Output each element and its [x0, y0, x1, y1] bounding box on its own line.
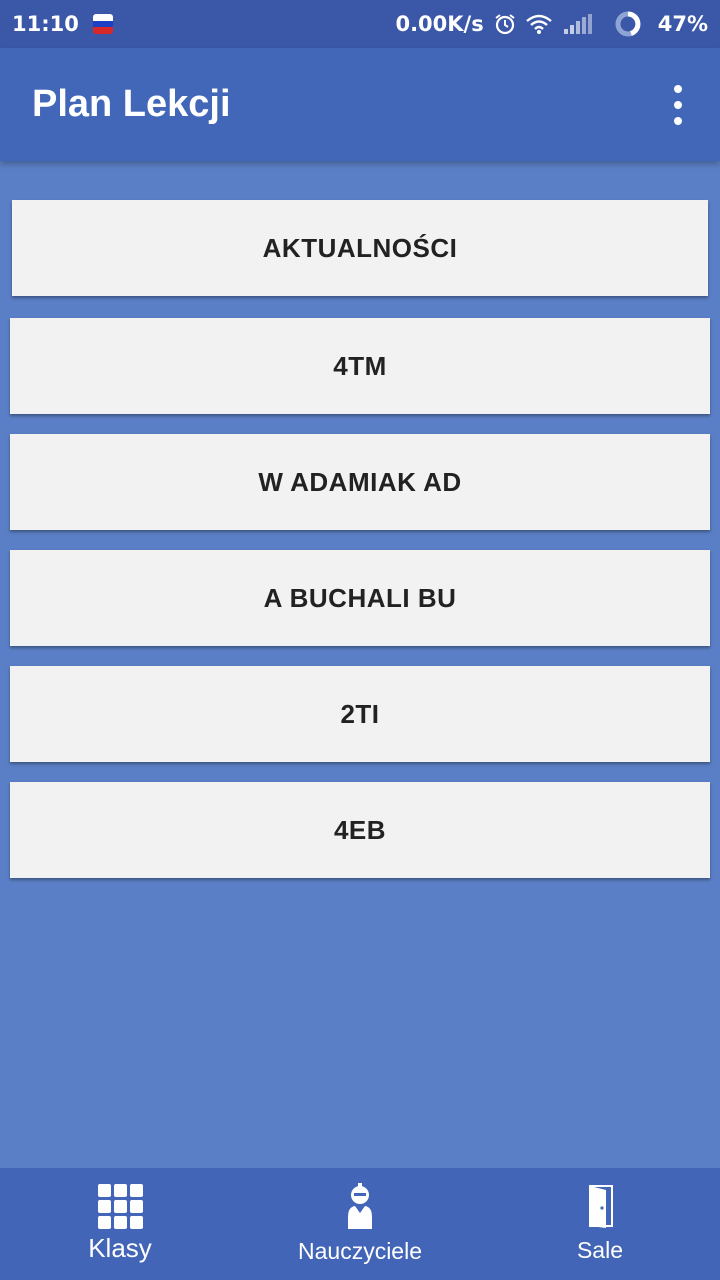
- battery-ring-icon: [614, 10, 642, 38]
- alarm-icon: [494, 13, 516, 35]
- battery-percent: 47%: [657, 12, 708, 36]
- nav-nauczyciele[interactable]: Nauczyciele: [240, 1168, 480, 1280]
- wifi-icon: [525, 14, 552, 34]
- list-item-w-adamiak[interactable]: W ADAMIAK AD: [10, 434, 710, 530]
- teacher-icon: [345, 1183, 375, 1234]
- more-vert-icon: [674, 84, 682, 93]
- network-speed: 0.00K/s: [395, 12, 484, 36]
- status-bar: 11:10 0.00K/s 47%: [0, 0, 720, 48]
- nav-nauczyciele-label: Nauczyciele: [298, 1238, 422, 1264]
- list-item-4tm[interactable]: 4TM: [10, 318, 710, 414]
- bottom-navigation: Klasy Nauczyciele Sale: [0, 1168, 720, 1280]
- nav-klasy[interactable]: Klasy: [0, 1168, 240, 1280]
- grid-icon: [97, 1184, 143, 1229]
- overflow-menu-button[interactable]: [668, 84, 688, 125]
- list-item-4eb[interactable]: 4EB: [10, 782, 710, 878]
- door-icon: [586, 1184, 614, 1233]
- app-bar: Plan Lekcji: [0, 48, 720, 161]
- list-item-a-buchali[interactable]: A BUCHALI BU: [10, 550, 710, 646]
- list-item-aktualnosci[interactable]: AKTUALNOŚCI: [12, 200, 708, 296]
- page-title: Plan Lekcji: [32, 83, 231, 125]
- nav-sale[interactable]: Sale: [480, 1168, 720, 1280]
- list-item-2ti[interactable]: 2TI: [10, 666, 710, 762]
- status-time: 11:10: [12, 12, 79, 36]
- status-indicators: 0.00K/s 47%: [395, 10, 708, 38]
- main-list: AKTUALNOŚCI 4TM W ADAMIAK AD A BUCHALI B…: [0, 161, 720, 1168]
- nav-klasy-label: Klasy: [88, 1233, 152, 1263]
- signal-icon: [562, 14, 592, 34]
- flag-icon: [92, 14, 113, 34]
- nav-sale-label: Sale: [576, 1237, 624, 1263]
